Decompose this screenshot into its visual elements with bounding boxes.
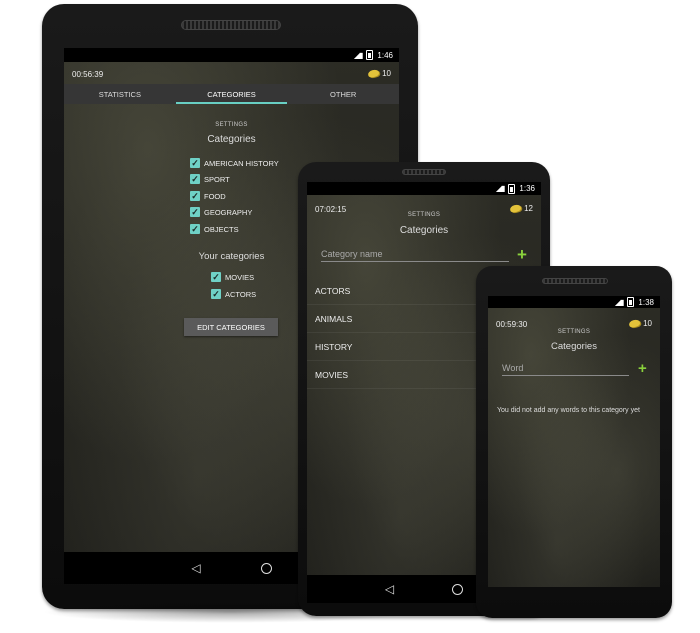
middle-categories-heading: Categories: [399, 225, 449, 236]
category-label: GEOGRAPHY: [204, 207, 253, 217]
empty-words-message: You did not add any words to this catego…: [497, 407, 640, 414]
back-icon[interactable]: ◁: [191, 561, 200, 575]
tablet-clock: 1:46: [377, 50, 393, 60]
home-icon[interactable]: [260, 562, 272, 574]
tablet-coins: 10: [367, 68, 391, 79]
category-label: MOVIES: [225, 272, 255, 282]
back-icon[interactable]: ◁: [385, 582, 394, 596]
your-category-actors[interactable]: ✓ ACTORS: [211, 289, 256, 299]
plus-icon[interactable]: +: [517, 246, 527, 263]
small-clock: 1:38: [638, 297, 654, 307]
battery-icon: [366, 50, 374, 60]
settings-label: SETTINGS: [215, 122, 248, 128]
small-timer: 00:59:30: [496, 320, 528, 329]
category-sport[interactable]: ✓ SPORT: [190, 174, 230, 184]
check-icon: ✓: [211, 272, 221, 282]
middle-clock: 1:36: [519, 184, 535, 193]
small-phone-device: ◢▮ 1:38 00:59:30 10 SETTINGS Categories …: [476, 266, 672, 618]
word-input[interactable]: Word: [502, 363, 629, 376]
middle-phone-speaker: [402, 169, 446, 175]
tablet-coin-count: 10: [382, 69, 391, 78]
check-icon: ✓: [190, 191, 200, 201]
category-american-history[interactable]: ✓ AMERICAN HISTORY: [190, 158, 279, 168]
signal-icon: ◢▮: [614, 297, 625, 307]
small-status-bar: ◢▮ 1:38: [488, 296, 660, 308]
category-geography[interactable]: ✓ GEOGRAPHY: [190, 207, 252, 217]
small-coins: 10: [628, 318, 652, 329]
battery-icon: [508, 183, 516, 194]
category-food[interactable]: ✓ FOOD: [190, 191, 226, 201]
check-icon: ✓: [211, 289, 221, 299]
coin-icon: [628, 318, 641, 329]
category-label: SPORT: [204, 174, 230, 184]
tablet-status-bar: ◢▮ 1:46: [64, 48, 399, 62]
edit-categories-button[interactable]: EDIT CATEGORIES: [184, 318, 278, 336]
category-objects[interactable]: ✓ OBJECTS: [190, 224, 239, 234]
category-label: OBJECTS: [204, 224, 239, 234]
tablet-tabs: STATISTICS CATEGORIES OTHER: [64, 84, 399, 104]
check-icon: ✓: [190, 174, 200, 184]
tab-categories[interactable]: CATEGORIES: [175, 84, 288, 104]
small-phone-speaker: [542, 278, 608, 284]
check-icon: ✓: [190, 207, 200, 217]
small-coin-count: 10: [643, 319, 652, 328]
middle-status-bar: ◢▮ 1:36: [307, 182, 541, 195]
tab-other[interactable]: OTHER: [287, 84, 399, 104]
small-settings-label: SETTINGS: [557, 329, 591, 335]
small-categories-heading: Categories: [551, 341, 597, 352]
tablet-speaker: [181, 20, 281, 30]
coin-icon: [367, 68, 380, 79]
battery-icon: [627, 297, 635, 307]
tablet-timer: 00:56:39: [72, 70, 104, 79]
middle-settings-label: SETTINGS: [407, 212, 441, 218]
signal-icon: ◢▮: [353, 50, 364, 60]
category-name-input[interactable]: Category name: [321, 249, 509, 262]
small-phone-screen: ◢▮ 1:38 00:59:30 10 SETTINGS Categories …: [488, 296, 660, 587]
check-icon: ✓: [190, 158, 200, 168]
home-icon[interactable]: [452, 583, 464, 595]
plus-icon[interactable]: +: [638, 360, 647, 377]
signal-icon: ◢▮: [495, 184, 506, 193]
category-label: ACTORS: [225, 289, 257, 299]
your-category-movies[interactable]: ✓ MOVIES: [211, 272, 254, 282]
category-label: FOOD: [204, 191, 226, 201]
categories-heading: Categories: [207, 134, 256, 145]
check-icon: ✓: [190, 224, 200, 234]
tab-statistics[interactable]: STATISTICS: [64, 84, 176, 104]
category-label: AMERICAN HISTORY: [204, 158, 279, 168]
